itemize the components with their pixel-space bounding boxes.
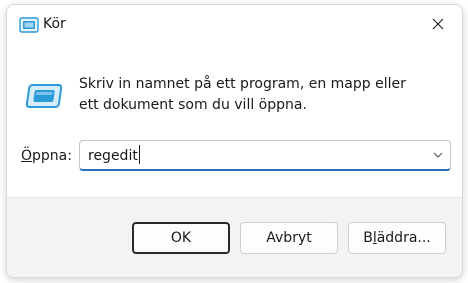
run-dialog-icon <box>19 17 39 33</box>
open-label-accelerator: Ö <box>21 148 33 164</box>
browse-label-text: äddra... <box>376 230 431 246</box>
open-label-text: ppna: <box>32 148 72 164</box>
browse-label: Bläddra... <box>363 230 431 246</box>
button-bar: OK Avbryt Bläddra... <box>7 197 462 277</box>
close-button[interactable] <box>421 11 455 37</box>
browse-label-accelerator: B <box>363 230 373 246</box>
window-title: Kör <box>43 16 66 32</box>
browse-button[interactable]: Bläddra... <box>348 222 446 254</box>
run-dialog: Kör Skriv in namnet på ett program, en m… <box>6 4 463 278</box>
run-program-icon <box>25 84 62 108</box>
chevron-down-icon[interactable] <box>430 147 446 163</box>
cancel-button[interactable]: Avbryt <box>240 222 338 254</box>
text-caret <box>138 145 140 164</box>
ok-button[interactable]: OK <box>132 222 230 254</box>
title-bar[interactable]: Kör <box>7 5 462 43</box>
dialog-description: Skriv in namnet på ett program, en mapp … <box>79 76 406 113</box>
open-label: Öppna: <box>21 148 72 164</box>
close-icon <box>432 18 444 30</box>
open-input[interactable] <box>88 145 418 166</box>
open-combobox[interactable] <box>79 140 451 171</box>
